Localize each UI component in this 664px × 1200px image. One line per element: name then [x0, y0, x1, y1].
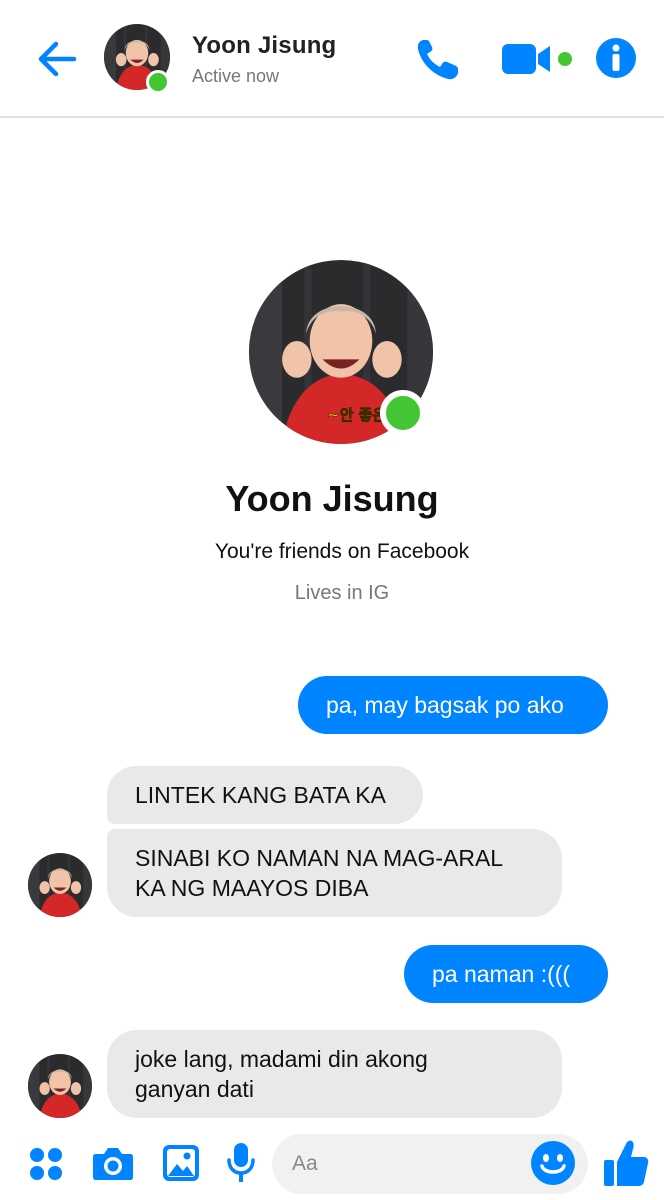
- chat-header: Yoon Jisung Active now: [0, 0, 664, 118]
- info-button[interactable]: [594, 36, 638, 80]
- thumbs-up-icon: [604, 1140, 649, 1186]
- sender-avatar[interactable]: [28, 853, 92, 917]
- emoji-button[interactable]: [530, 1140, 576, 1186]
- voice-call-button[interactable]: [414, 36, 462, 82]
- online-indicator: [146, 70, 170, 94]
- back-arrow-icon: [38, 41, 77, 77]
- profile-lives-in: Lives in IG: [294, 582, 390, 604]
- microphone-icon: [227, 1143, 255, 1182]
- like-button[interactable]: [602, 1138, 650, 1188]
- back-button[interactable]: [34, 36, 80, 82]
- message-composer: [0, 1126, 664, 1200]
- message-incoming[interactable]: SINABI KO NAMAN NA MAG-ARAL KA NG MAAYOS…: [107, 829, 562, 917]
- profile-name: Yoon Jisung: [225, 478, 439, 519]
- message-outgoing[interactable]: pa, may bagsak po ako: [298, 676, 608, 734]
- voice-message-button[interactable]: [226, 1142, 256, 1184]
- contact-status: Active now: [192, 66, 280, 86]
- info-icon: [596, 38, 636, 78]
- camera-icon: [93, 1148, 133, 1180]
- video-active-dot: [558, 52, 572, 66]
- emoji-icon: [531, 1141, 575, 1185]
- gallery-icon: [163, 1145, 199, 1181]
- video-camera-icon: [502, 44, 550, 74]
- message-line: KA NG MAAYOS DIBA: [135, 875, 369, 901]
- profile-friends-line: You're friends on Facebook: [214, 540, 470, 563]
- message-outgoing[interactable]: pa naman :(((: [404, 945, 608, 1003]
- gallery-button[interactable]: [162, 1144, 200, 1182]
- message-line: ganyan dati: [135, 1076, 254, 1102]
- profile-online-indicator: [380, 390, 426, 436]
- video-call-button[interactable]: [500, 40, 554, 78]
- camera-button[interactable]: [92, 1144, 134, 1182]
- message-line: SINABI KO NAMAN NA MAG-ARAL: [135, 845, 504, 871]
- phone-icon: [417, 40, 458, 80]
- message-incoming[interactable]: LINTEK KANG BATA KA: [107, 766, 423, 824]
- contact-name[interactable]: Yoon Jisung: [192, 32, 336, 60]
- message-incoming[interactable]: joke lang, madami din akong ganyan dati: [107, 1030, 562, 1118]
- sender-avatar[interactable]: [28, 1054, 92, 1118]
- message-line: joke lang, madami din akong: [135, 1046, 428, 1072]
- apps-button[interactable]: [28, 1146, 64, 1182]
- apps-grid-icon: [30, 1148, 62, 1180]
